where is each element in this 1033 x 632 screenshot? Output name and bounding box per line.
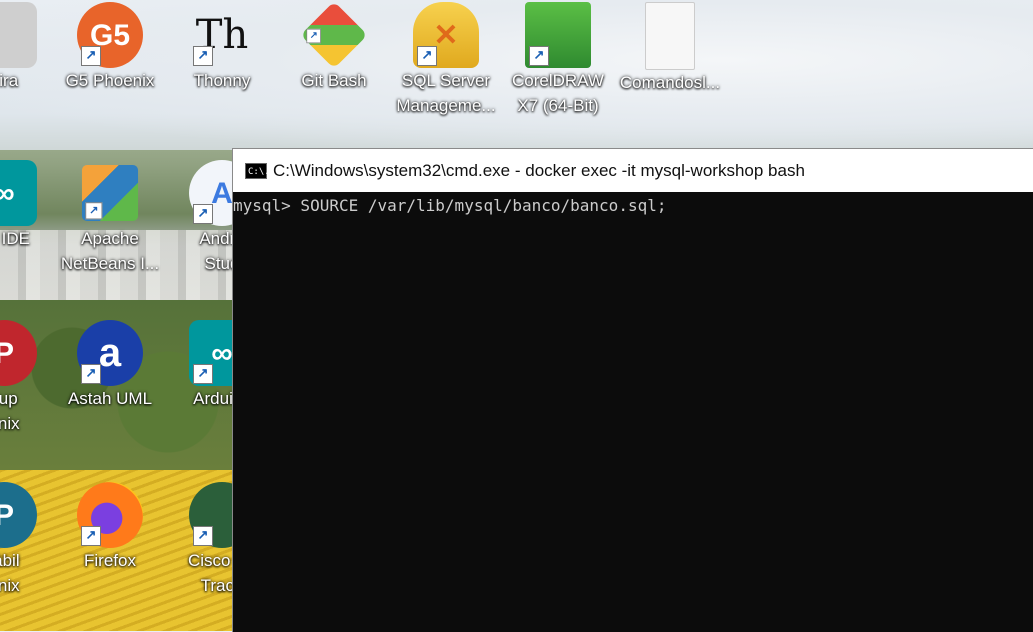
phoenix-p-icon: P [0,482,37,548]
trash-icon [0,2,37,68]
document-icon [645,2,695,70]
console-line: mysql> SOURCE /var/lib/mysql/banco/banco… [233,196,667,215]
g5-icon: G5 ↗ [77,2,143,68]
astah-icon: a ↗ [77,320,143,386]
shortcut-arrow-icon: ↗ [193,204,213,224]
icon-label: Thonny [193,71,251,90]
shortcut-arrow-icon: ↗ [81,364,101,384]
desktop-icon-backup[interactable]: P kup enix [0,320,60,436]
icon-label: SQL Server [401,71,491,90]
shortcut-arrow-icon: ↗ [529,46,549,66]
icon-label: eira [0,71,19,90]
console-output[interactable]: mysql> SOURCE /var/lib/mysql/banco/banco… [233,192,1033,215]
balloon-icon: ↗ [525,2,591,68]
arduino-icon: ∞ [0,160,37,226]
thonny-icon: Th ↗ [189,2,255,68]
shortcut-arrow-icon: ↗ [193,364,213,384]
desktop-icon-firefox[interactable]: ↗ Firefox [54,482,166,573]
db-tools-icon: ✕ ↗ [413,2,479,68]
icon-label: G5 Phoenix [65,71,155,90]
icon-label: Git Bash [301,71,367,90]
cmd-title: C:\Windows\system32\cmd.exe - docker exe… [273,160,805,180]
icon-label: Apache [81,229,139,248]
cube-icon: ↗ [81,164,139,222]
icon-label: Firefox [84,551,136,570]
desktop-icon-comandos[interactable]: Comandosl... [614,2,726,95]
icon-label: enix [0,576,20,595]
desktop-icon-lixeira[interactable]: eira [0,2,60,93]
git-icon: ↗ [300,1,368,69]
desktop-icon-arduino-ide[interactable]: ∞ no IDE [0,160,60,251]
cmd-window[interactable]: C:\. C:\Windows\system32\cmd.exe - docke… [232,148,1033,632]
icon-label: X7 (64-Bit) [517,96,599,115]
desktop-icon-coreldraw[interactable]: ↗ CorelDRAW X7 (64-Bit) [502,2,614,118]
shortcut-arrow-icon: ↗ [193,46,213,66]
icon-label: enix [0,414,20,433]
icon-label: CorelDRAW [512,71,604,90]
shortcut-arrow-icon: ↗ [193,526,213,546]
icon-label: Comandosl... [619,73,721,92]
cmd-titlebar[interactable]: C:\. C:\Windows\system32\cmd.exe - docke… [233,149,1033,192]
firefox-icon: ↗ [77,482,143,548]
shortcut-arrow-icon: ↗ [81,46,101,66]
cmd-icon: C:\. [245,162,270,179]
desktop-icon-contabil[interactable]: P tábil enix [0,482,60,598]
icon-label: Manageme... [396,96,496,115]
shortcut-arrow-icon: ↗ [81,526,101,546]
desktop-icon-thonny[interactable]: Th ↗ Thonny [166,2,278,93]
desktop-icon-git-bash[interactable]: ↗ Git Bash [278,1,390,93]
shortcut-arrow-icon: ↗ [417,46,437,66]
desktop-icon-sql-server[interactable]: ✕ ↗ SQL Server Manageme... [390,2,502,118]
desktop-icon-astah[interactable]: a ↗ Astah UML [54,320,166,411]
phoenix-p-icon: P [0,320,37,386]
icon-label: kup [0,389,18,408]
icon-label: NetBeans I... [60,254,160,273]
desktop-icon-g5-phoenix[interactable]: G5 ↗ G5 Phoenix [54,2,166,93]
icon-label: no IDE [0,229,30,248]
icon-label: Astah UML [67,389,153,408]
desktop-icon-netbeans[interactable]: ↗ Apache NetBeans I... [54,160,166,276]
icon-label: tábil [0,551,20,570]
shortcut-arrow-icon: ↗ [85,202,103,220]
shortcut-arrow-icon: ↗ [306,28,321,44]
